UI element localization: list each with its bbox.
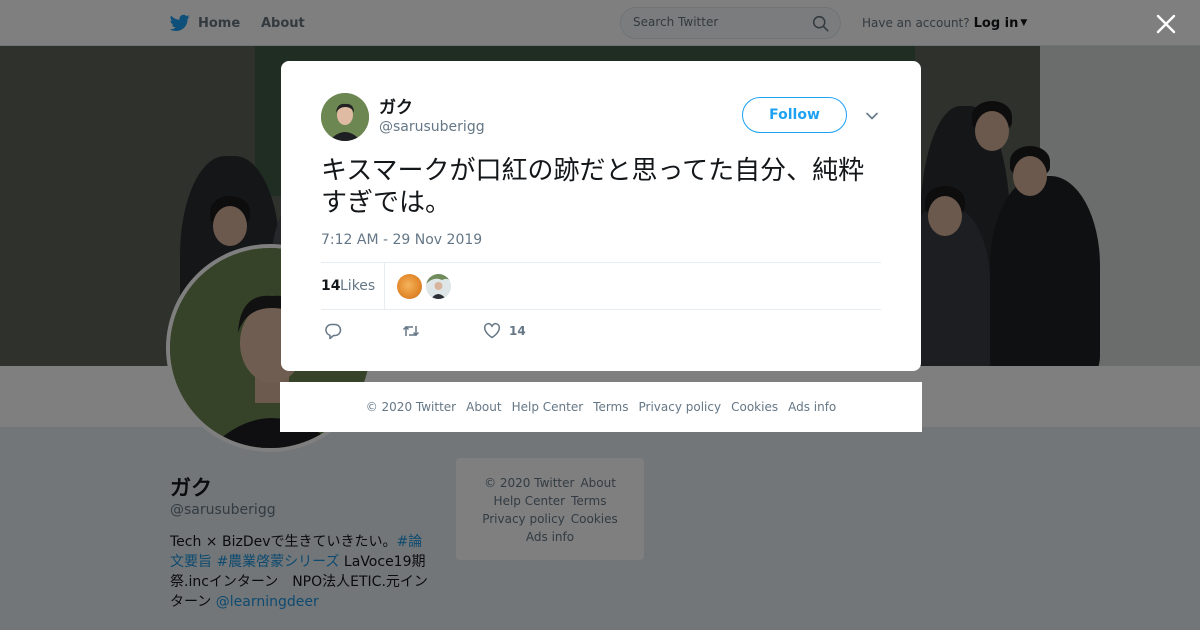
- reply-icon: [325, 323, 342, 340]
- footer-about-link[interactable]: About: [466, 400, 501, 414]
- liker-avatar[interactable]: [426, 274, 451, 299]
- tweet-stats: 14 Likes: [321, 262, 881, 310]
- footer-terms-link[interactable]: Terms: [593, 400, 628, 414]
- footer-cookies-link[interactable]: Cookies: [731, 400, 778, 414]
- heart-icon: [483, 322, 501, 339]
- avatar-photo: [321, 93, 369, 141]
- tweet-author-avatar[interactable]: [321, 93, 369, 141]
- tweet-timestamp[interactable]: 7:12 AM - 29 Nov 2019: [321, 232, 482, 248]
- chevron-down-icon[interactable]: [865, 109, 879, 123]
- follow-button[interactable]: Follow: [742, 97, 847, 133]
- stats-divider: [384, 263, 385, 309]
- tweet-author-handle[interactable]: @sarusuberigg: [379, 119, 485, 135]
- reply-action[interactable]: [324, 322, 342, 340]
- likes-count[interactable]: 14: [321, 278, 340, 294]
- tweet-modal: ガク @sarusuberigg Follow キスマークが口紅の跡だと思ってた…: [281, 61, 921, 371]
- like-count: 14: [509, 324, 526, 338]
- retweet-icon: [402, 325, 420, 337]
- modal-footer: © 2020 Twitter About Help Center Terms P…: [280, 382, 922, 432]
- tweet-author-name[interactable]: ガク: [379, 93, 413, 118]
- likes-label[interactable]: Likes: [340, 278, 375, 294]
- footer-copyright: © 2020 Twitter: [365, 400, 457, 414]
- footer-ads-link[interactable]: Ads info: [788, 400, 836, 414]
- footer-privacy-link[interactable]: Privacy policy: [639, 400, 722, 414]
- like-action[interactable]: 14: [483, 322, 526, 340]
- retweet-action[interactable]: [402, 322, 420, 340]
- liker-avatar[interactable]: [397, 274, 422, 299]
- liker-photo: [426, 274, 451, 299]
- close-icon[interactable]: [1155, 13, 1177, 35]
- footer-help-link[interactable]: Help Center: [512, 400, 584, 414]
- tweet-text: キスマークが口紅の跡だと思ってた自分、純粋すぎでは。: [321, 156, 865, 218]
